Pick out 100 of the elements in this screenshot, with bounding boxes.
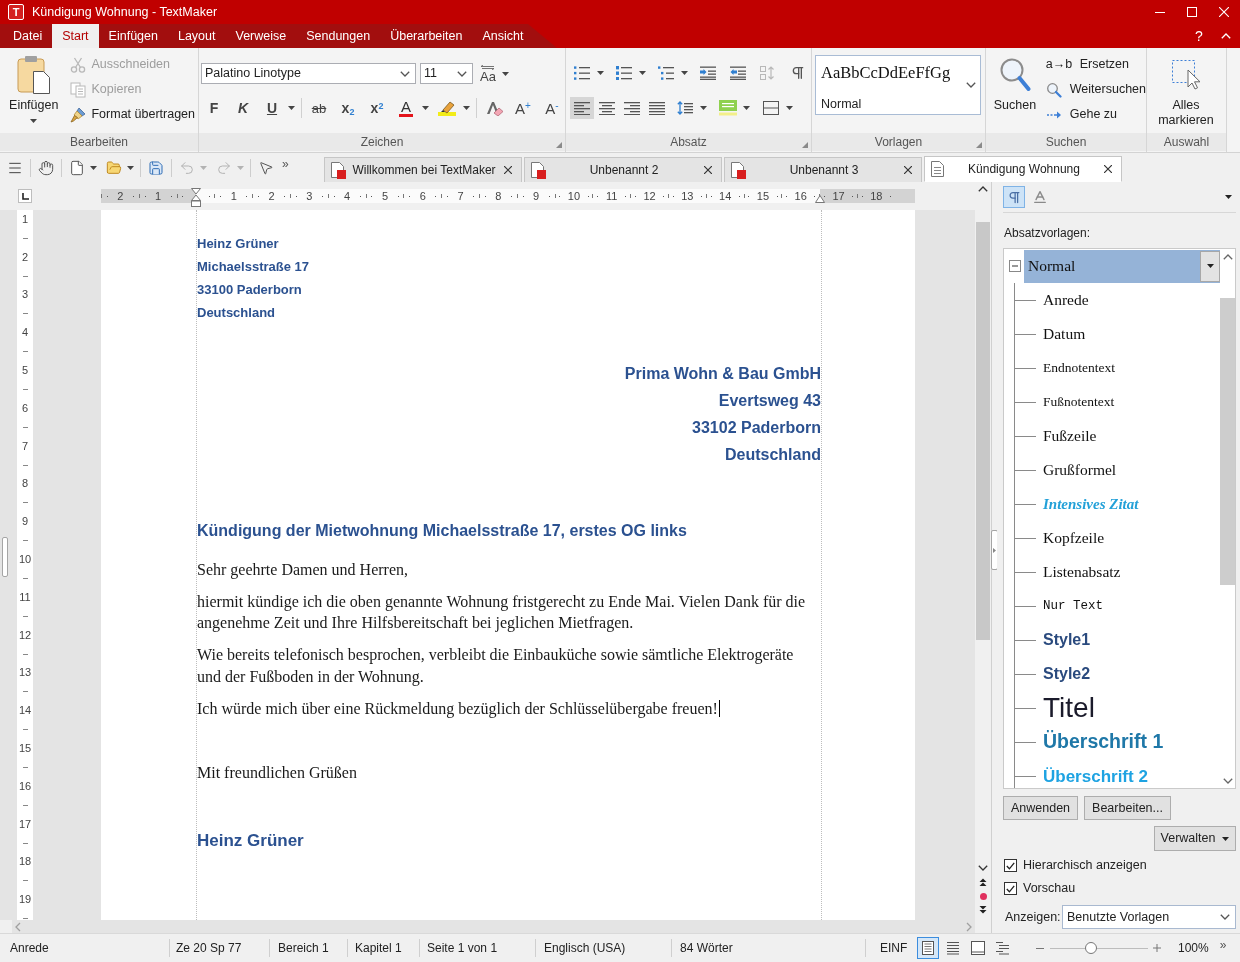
style-name[interactable]: Normal	[821, 97, 862, 112]
close-tab-button[interactable]	[501, 163, 515, 177]
style-item[interactable]: Überschrift 1	[1042, 732, 1165, 752]
menu-tab[interactable]: Layout	[167, 24, 226, 48]
ruler-number: 13	[18, 667, 32, 679]
more-status-button[interactable]: »	[1219, 939, 1227, 951]
insert-mode: EINF	[880, 940, 909, 957]
chevron-left-icon	[15, 921, 21, 932]
closing: Mit freundlichen Grüßen	[197, 763, 357, 781]
search-button[interactable]: Suchen	[990, 53, 1040, 127]
close-tab-button[interactable]	[1101, 162, 1115, 176]
ruler-number: 5	[381, 190, 388, 202]
style-item[interactable]: Datum	[1042, 326, 1087, 342]
menu-tab[interactable]: Überarbeiten	[380, 24, 473, 48]
style-preview[interactable]: AaBbCcDdEeFfGg	[821, 63, 951, 83]
style-item[interactable]: Style1	[1042, 632, 1092, 648]
dialog-launcher-button[interactable]	[554, 140, 563, 149]
ruler-number: 6	[419, 190, 426, 202]
style-item[interactable]: Nur Text	[1042, 599, 1104, 613]
zoom-in-button[interactable]	[1151, 942, 1163, 954]
align-left-button[interactable]	[570, 97, 594, 119]
body-paragraph: Ich würde mich über eine Rückmeldung bezüglich der Schlüsselübergabe freuen!	[197, 699, 718, 717]
help-button[interactable]: ?	[1186, 24, 1212, 48]
close-tab-button[interactable]	[701, 163, 715, 177]
style-item[interactable]: Style2	[1042, 666, 1092, 682]
caret-icon	[127, 165, 134, 170]
ruler-number: 9	[21, 516, 29, 528]
style-item[interactable]: Endnotentext	[1042, 361, 1116, 375]
italic-button[interactable]: K	[230, 97, 256, 119]
strikethrough-button[interactable]: ab	[306, 97, 332, 119]
shrink-font-button[interactable]: A$^{-}$	[539, 97, 565, 119]
caret-icon	[30, 119, 38, 123]
paste-button[interactable]: Einfügen	[4, 53, 64, 133]
menu-tab[interactable]: Start	[52, 24, 99, 48]
ruler-number: 1	[21, 213, 29, 225]
change-case-button[interactable]: Aa	[480, 62, 509, 85]
subscript-button[interactable]: x$_{2}$	[335, 97, 361, 119]
status-field: Kapitel 1	[355, 939, 402, 957]
go-to-button[interactable]: Gehe zu	[1039, 102, 1146, 127]
style-item[interactable]: Grußformel	[1042, 462, 1118, 478]
menu-tab[interactable]: Sendungen	[296, 24, 381, 48]
font-size-field[interactable]: 11	[420, 63, 473, 84]
check-icon	[1006, 861, 1015, 870]
ruler-number: 18	[18, 856, 32, 868]
more-tools-button[interactable]: »	[282, 158, 289, 170]
close-tab-button[interactable]	[901, 163, 915, 177]
checkbox[interactable]	[1004, 882, 1017, 895]
caret-icon	[596, 71, 604, 75]
scrollbar-thumb[interactable]	[976, 222, 990, 640]
splitter-handle[interactable]	[2, 537, 8, 577]
ruler-number: 1	[155, 190, 162, 202]
superscript-button[interactable]: x$^{2}$	[364, 97, 390, 119]
menu-tab[interactable]: Einfügen	[98, 24, 168, 48]
menu-tab[interactable]: Verweise	[225, 24, 297, 48]
edit-button[interactable]: Bearbeiten...	[1084, 796, 1171, 820]
document-tab[interactable]: Kündigung Wohnung	[924, 156, 1122, 182]
underline-button[interactable]: U	[259, 97, 297, 119]
body-paragraph: hiermit kündige ich die oben genannte Wohnung fristgerecht zu Ende Mai. Vielen Dank für die angenehme Zeit und Ihre Hilfsbereitschaft bei jeglichen Mietfragen.	[197, 592, 806, 632]
filter-select[interactable]: Benutzte Vorlagen	[1062, 905, 1236, 929]
select-all-button[interactable]: Alles markieren	[1151, 53, 1221, 128]
menu-tab[interactable]: Datei	[3, 24, 53, 48]
slider-thumb[interactable]	[1085, 942, 1098, 954]
plus-icon	[1153, 944, 1161, 952]
style-item[interactable]: Fußnotentext	[1042, 395, 1116, 409]
font-name-field[interactable]: Palatino Linotype	[201, 63, 416, 84]
scrollbar-thumb[interactable]	[1220, 298, 1235, 585]
chevron-up-icon	[1222, 253, 1233, 260]
indent-marker-icon	[191, 188, 201, 207]
tab-stop-selector[interactable]	[18, 189, 32, 203]
ruler-number: 9	[533, 190, 540, 202]
style-item[interactable]: Normal	[1024, 249, 1220, 283]
menu-tab[interactable]: Ansicht	[472, 24, 534, 48]
find-next-button[interactable]: Weitersuchen	[1039, 77, 1146, 102]
dialog-launcher-button[interactable]	[800, 140, 809, 149]
paragraph-styles-tab[interactable]	[1003, 186, 1025, 208]
font-color-button[interactable]: A	[393, 97, 431, 119]
style-item[interactable]: Anrede	[1042, 292, 1090, 308]
ruler-number: 12	[643, 190, 656, 202]
style-item[interactable]: Kopfzeile	[1042, 530, 1106, 546]
document-tab[interactable]: Unbenannt 3	[724, 157, 922, 182]
grow-font-button[interactable]: A$^{+}$	[510, 97, 536, 119]
view-button[interactable]	[917, 937, 939, 959]
letter-a-icon	[1032, 189, 1048, 205]
document-tab[interactable]: Unbenannt 2	[524, 157, 722, 182]
format-painter-button[interactable]: Format übertragen	[65, 102, 198, 127]
style-item[interactable]: Listenabsatz	[1042, 564, 1122, 580]
filter-label: Anzeigen:	[1005, 908, 1061, 926]
replace-button[interactable]: a→b Ersetzen	[1039, 52, 1146, 77]
checkbox[interactable]	[1004, 859, 1017, 872]
window-title: Kündigung Wohnung - TextMaker	[32, 3, 218, 21]
bold-button[interactable]: F	[201, 97, 227, 119]
style-item[interactable]: Fußzeile	[1042, 428, 1098, 444]
dialog-launcher-button[interactable]	[974, 140, 983, 149]
document-tab[interactable]: Willkommen bei TextMaker	[324, 157, 522, 182]
manage-button[interactable]: Verwalten	[1154, 826, 1236, 851]
style-item[interactable]: Titel	[1042, 694, 1096, 722]
body-paragraph: Wie bereits telefonisch besprochen, verbleibt die Einbauküche sowie sämtliche Elektrogeräte und der Fußboden in der Wohnung.	[197, 646, 794, 685]
caret-icon	[287, 106, 295, 110]
style-dropdown-button[interactable]	[1200, 250, 1220, 282]
apply-button[interactable]: Anwenden	[1003, 796, 1079, 820]
